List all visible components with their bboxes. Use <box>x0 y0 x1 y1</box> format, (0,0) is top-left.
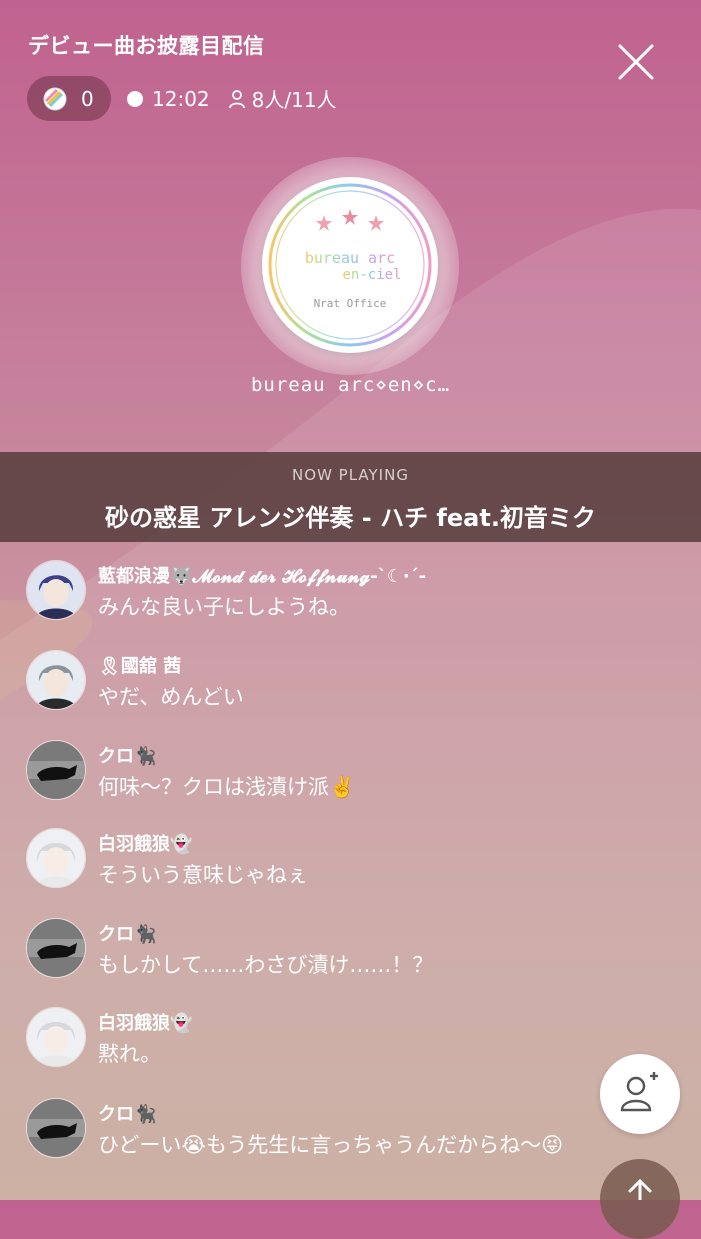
comment-text: もしかして……わさび漬け……！？ <box>98 953 434 977</box>
comment-text: やだ、めんどい <box>98 685 244 709</box>
avatar[interactable] <box>26 560 86 620</box>
avatar[interactable] <box>26 828 86 888</box>
avatar-image <box>27 1008 85 1066</box>
live-dot-icon <box>127 90 143 107</box>
comment-text: みんな良い子にしようね。 <box>98 595 350 619</box>
room-logo[interactable]: bureau arc en-ciel Nrat Office <box>262 177 438 353</box>
stream-title: デビュー曲お披露目配信 <box>28 34 265 58</box>
share-button[interactable] <box>600 1159 680 1239</box>
listener-count: 8人/11人 <box>251 88 337 112</box>
coin-count: 0 <box>81 86 94 111</box>
follow-button[interactable] <box>600 1054 680 1134</box>
comment-text: 何味〜？クロは浅漬け派✌️ <box>98 775 356 799</box>
coin-icon <box>43 87 67 110</box>
avatar-image <box>27 1099 85 1157</box>
logo-text-1: bureau arc <box>305 249 395 267</box>
now-playing-bar[interactable]: NOW PLAYING 砂の惑星 アレンジ伴奏 - ハチ feat.初音ミク <box>0 452 701 542</box>
avatar[interactable] <box>26 740 86 800</box>
avatar[interactable] <box>26 1098 86 1158</box>
elapsed-time: 12:02 <box>152 86 210 111</box>
avatar-image <box>27 829 85 887</box>
avatar-image <box>27 651 85 709</box>
comment-text: ひどーい😭もう先生に言っちゃうんだからね〜😝 <box>98 1133 564 1157</box>
comment-text: そういう意味じゃねぇ <box>98 863 308 887</box>
now-playing-track: 砂の惑星 アレンジ伴奏 - ハチ feat.初音ミク <box>105 504 596 532</box>
share-icon <box>628 1178 652 1200</box>
room-name: bureau arc⋄en⋄c… <box>250 374 451 396</box>
comment-author: 白羽餓狼👻 <box>98 834 193 855</box>
comment-author: クロ🐈‍⬛ <box>98 924 157 945</box>
person-icon <box>228 89 245 108</box>
comment-author: 藍都浪漫🐺𝓜𝓸𝓷𝓭 𝓭𝓮𝓻 𝓗𝓸𝓯𝓯𝓷𝓾𝓷𝓰-ˋ☾·ˊ- <box>98 566 427 587</box>
avatar-image <box>27 919 85 977</box>
comment-text: 黙れ。 <box>98 1042 162 1066</box>
avatar-image <box>27 561 85 619</box>
coin-counter[interactable]: 0 <box>27 76 111 121</box>
logo-text-3: Nrat Office <box>314 297 387 310</box>
now-playing-label: NOW PLAYING <box>292 466 409 484</box>
comment-author: クロ🐈‍⬛ <box>98 1104 157 1125</box>
close-icon <box>618 44 654 80</box>
comment-author: 白羽餓狼👻 <box>98 1013 193 1034</box>
logo-text-2: en-ciel <box>342 267 401 283</box>
avatar[interactable] <box>26 1007 86 1067</box>
room-logo-image: bureau arc en-ciel Nrat Office <box>268 183 432 347</box>
avatar[interactable] <box>26 918 86 978</box>
comment-author: クロ🐈‍⬛ <box>98 746 157 767</box>
avatar-image <box>27 741 85 799</box>
add-user-icon <box>620 1072 658 1112</box>
close-button[interactable] <box>614 40 658 84</box>
comment-author: 🎗國舘 茜 <box>98 656 182 677</box>
status-row: 0 12:02 8人/11人 <box>27 76 337 121</box>
avatar[interactable] <box>26 650 86 710</box>
